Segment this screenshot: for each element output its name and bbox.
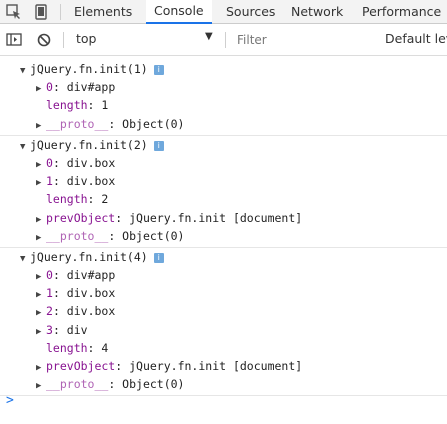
console-output: ▼ jQuery.fn.init(1) i ▶ 0: div#app length: 1 ▶… xyxy=(0,60,447,397)
property-value: div#app xyxy=(66,268,116,283)
info-icon[interactable]: i xyxy=(153,252,164,263)
property-row[interactable]: ▶ 1: div.box xyxy=(0,172,447,190)
toolbar-divider xyxy=(225,32,226,48)
property-key: __proto__ xyxy=(46,228,109,243)
property-value: 4 xyxy=(101,340,109,355)
device-toolbar-icon[interactable] xyxy=(32,3,50,21)
console-message: ▼ jQuery.fn.init(2) i ▶ 0: div.box ▶ 1: div.bo… xyxy=(0,136,447,248)
property-value: jQuery.fn.init [document] xyxy=(129,210,303,225)
info-icon[interactable]: i xyxy=(153,65,164,75)
property-separator: : xyxy=(52,322,67,337)
console-prompt[interactable]: > xyxy=(6,393,14,408)
inspect-element-icon[interactable] xyxy=(5,3,23,21)
property-key: 0 xyxy=(46,155,53,170)
property-value: jQuery.fn.init [document] xyxy=(129,359,303,373)
property-row[interactable]: ▶ 0: div#app xyxy=(0,78,447,96)
expand-triangle-icon[interactable]: ▶ xyxy=(36,117,46,135)
property-value: div.box xyxy=(66,304,116,319)
console-message: ▼ jQuery.fn.init(1) i ▶ 0: div#app length: 1 ▶… xyxy=(0,60,447,136)
tab-elements[interactable]: Elements xyxy=(74,0,132,23)
property-key: 0 xyxy=(46,268,53,283)
property-key: __proto__ xyxy=(46,377,109,392)
property-separator: : xyxy=(87,192,102,207)
context-selector[interactable]: top xyxy=(76,31,96,46)
property-key: length xyxy=(46,98,88,113)
property-separator: : xyxy=(87,340,102,355)
property-separator: : xyxy=(52,286,67,301)
property-separator: : xyxy=(52,155,67,170)
tab-network[interactable]: Network xyxy=(291,0,343,23)
property-key: length xyxy=(46,192,88,207)
property-key: prevObject xyxy=(46,210,116,225)
property-value: 1 xyxy=(101,98,109,113)
property-separator: : xyxy=(52,80,67,95)
property-separator: : xyxy=(52,268,67,283)
expand-triangle-icon[interactable]: ▶ xyxy=(36,377,46,395)
sidebar-toggle-icon[interactable] xyxy=(5,31,23,49)
property-row: length: 1 xyxy=(0,96,447,114)
tab-console[interactable]: Console xyxy=(146,0,212,24)
tab-performance[interactable]: Performance xyxy=(362,0,441,23)
expand-triangle-icon[interactable]: ▶ xyxy=(36,229,46,247)
property-row[interactable]: ▶ prevObject: jQuery.fn.init [document] xyxy=(0,209,447,227)
property-value: div xyxy=(66,322,88,337)
property-row[interactable]: ▶ 2: div.box xyxy=(0,302,447,320)
property-separator: : xyxy=(108,377,123,392)
property-key: length xyxy=(46,340,88,355)
property-key: prevObject xyxy=(46,359,116,373)
property-key: 0 xyxy=(46,80,53,95)
property-value: Object(0) xyxy=(122,228,185,243)
property-row: length: 2 xyxy=(0,190,447,208)
filter-input[interactable] xyxy=(233,30,381,49)
property-key: 1 xyxy=(46,174,53,189)
property-key: __proto__ xyxy=(46,116,109,131)
console-toolbar: top ▼ Default lev xyxy=(0,24,447,56)
property-separator: : xyxy=(115,359,130,373)
property-value: Object(0) xyxy=(122,377,185,392)
property-row[interactable]: ▶ prevObject: jQuery.fn.init [document] xyxy=(0,357,447,375)
property-row: length: 4 xyxy=(0,339,447,357)
toolbar-divider xyxy=(60,4,61,20)
object-summary: jQuery.fn.init(4) xyxy=(30,249,148,264)
property-separator: : xyxy=(108,228,123,243)
property-value: div.box xyxy=(66,286,116,301)
property-value: 2 xyxy=(101,192,109,207)
chevron-down-icon[interactable]: ▼ xyxy=(205,31,213,42)
property-key: 3 xyxy=(46,322,53,337)
property-key: 2 xyxy=(46,304,53,319)
log-levels-dropdown[interactable]: Default lev xyxy=(385,31,447,46)
property-separator: : xyxy=(87,98,102,113)
info-icon[interactable]: i xyxy=(153,140,164,151)
tab-sources[interactable]: Sources xyxy=(226,0,275,23)
property-separator: : xyxy=(52,304,67,319)
object-header[interactable]: ▼ jQuery.fn.init(1) i xyxy=(0,60,447,78)
property-value: div.box xyxy=(66,174,116,189)
object-header[interactable]: ▼ jQuery.fn.init(2) i xyxy=(0,136,447,154)
property-key: 1 xyxy=(46,286,53,301)
property-row[interactable]: ▶ __proto__: Object(0) xyxy=(0,227,447,245)
property-row[interactable]: ▶ __proto__: Object(0) xyxy=(0,115,447,133)
property-separator: : xyxy=(52,174,67,189)
property-row[interactable]: ▶ 1: div.box xyxy=(0,284,447,302)
object-header[interactable]: ▼ jQuery.fn.init(4) i xyxy=(0,248,447,266)
console-message: ▼ jQuery.fn.init(4) i ▶ 0: div#app ▶ 1: div.bo… xyxy=(0,248,447,397)
property-row[interactable]: ▶ 3: div xyxy=(0,321,447,339)
property-value: div#app xyxy=(66,80,116,95)
property-separator: : xyxy=(108,116,123,131)
toolbar-divider xyxy=(63,32,64,48)
property-row[interactable]: ▶ __proto__: Object(0) xyxy=(0,375,447,393)
property-value: Object(0) xyxy=(122,116,185,131)
object-summary: jQuery.fn.init(2) xyxy=(30,137,148,152)
property-value: div.box xyxy=(66,155,116,170)
devtools-tabbar: Elements Console Sources Network Perform… xyxy=(0,0,447,24)
clear-console-icon[interactable] xyxy=(35,31,53,49)
property-separator: : xyxy=(115,210,130,225)
property-row[interactable]: ▶ 0: div#app xyxy=(0,266,447,284)
property-row[interactable]: ▶ 0: div.box xyxy=(0,154,447,172)
object-summary: jQuery.fn.init(1) xyxy=(30,62,148,76)
